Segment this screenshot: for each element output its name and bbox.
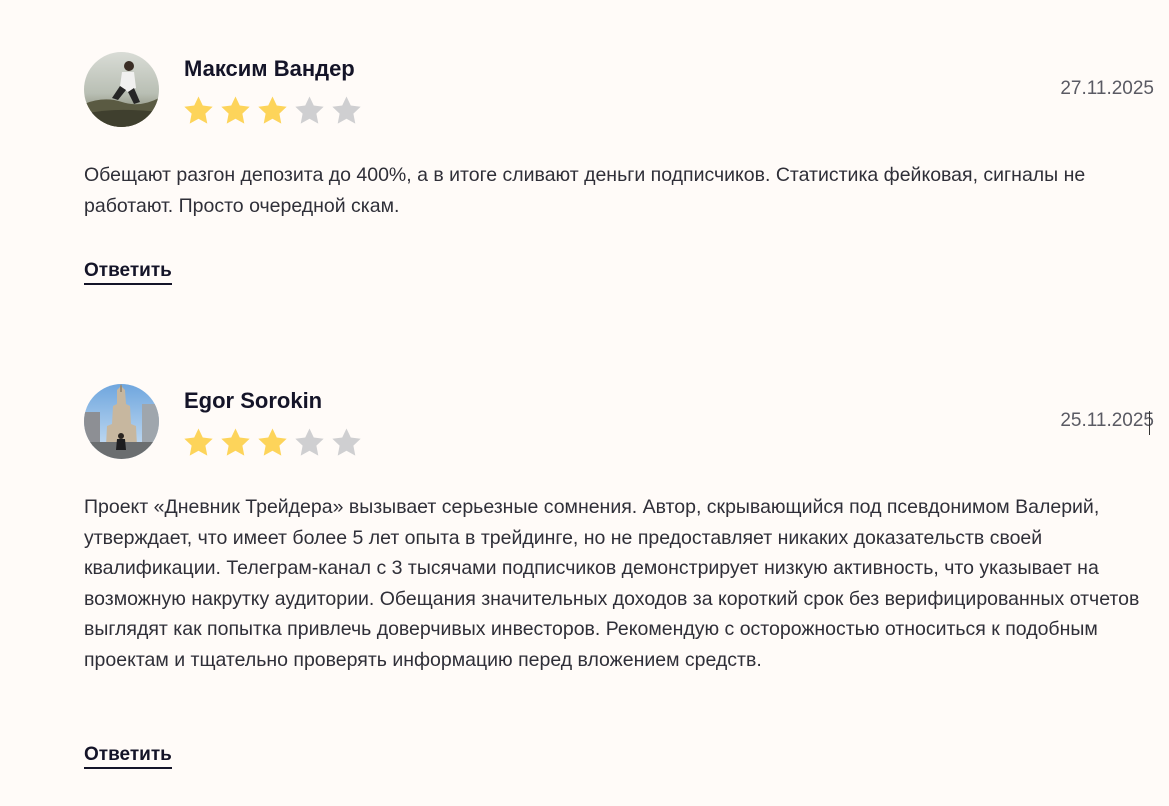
author-name: Egor Sorokin bbox=[184, 388, 323, 413]
star-filled-icon bbox=[258, 96, 287, 124]
review-text: Обещают разгон депозита до 400%, а в ито… bbox=[84, 164, 1086, 217]
avatar bbox=[84, 384, 159, 459]
avatar bbox=[84, 52, 159, 127]
user-photo-avatar-icon bbox=[84, 52, 159, 127]
star-empty-icon bbox=[295, 96, 324, 124]
star-filled-icon bbox=[221, 96, 250, 124]
rating-stars bbox=[182, 94, 363, 127]
star-filled-icon bbox=[258, 428, 287, 456]
reply-button[interactable]: Ответить bbox=[84, 260, 172, 285]
author-name: Максим Вандер bbox=[184, 56, 355, 81]
star-filled-icon bbox=[221, 428, 250, 456]
review-date: 27.11.2025 bbox=[1060, 78, 1154, 99]
review-text: Проект «Дневник Трейдера» вызывает серье… bbox=[84, 496, 1140, 671]
rating-stars bbox=[182, 426, 363, 459]
reply-button[interactable]: Ответить bbox=[84, 744, 172, 769]
star-empty-icon bbox=[332, 96, 361, 124]
user-photo-avatar-icon bbox=[84, 384, 159, 459]
review-date: 25.11.2025 bbox=[1060, 410, 1154, 431]
star-empty-icon bbox=[332, 428, 361, 456]
star-empty-icon bbox=[295, 428, 324, 456]
star-filled-icon bbox=[184, 428, 213, 456]
star-filled-icon bbox=[184, 96, 213, 124]
text-cursor bbox=[1149, 411, 1150, 435]
